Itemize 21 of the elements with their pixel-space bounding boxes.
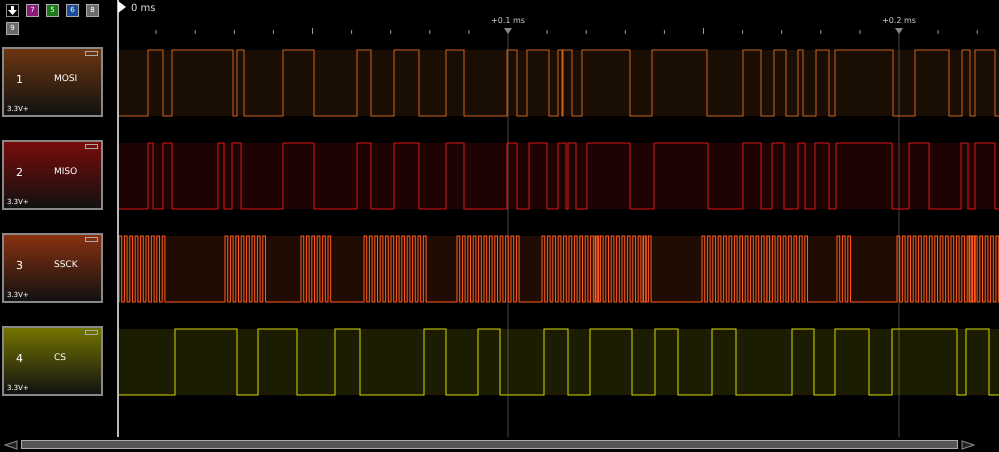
channel-number: 4 — [16, 353, 23, 364]
scrollbar-thumb[interactable] — [21, 440, 958, 449]
bar-icon[interactable] — [85, 51, 98, 56]
channel-number: 1 — [16, 74, 23, 85]
marker-icon[interactable] — [895, 28, 903, 34]
channel-name: MOSI — [54, 75, 78, 84]
scroll-right-icon[interactable] — [961, 440, 975, 450]
channel-name: CS — [54, 354, 66, 363]
time-label: +0.1 ms — [491, 16, 525, 25]
channel-name: SSCK — [54, 261, 78, 270]
channel-number: 3 — [16, 260, 23, 271]
time-label: +0.2 ms — [882, 16, 916, 25]
marker-icon[interactable] — [504, 28, 512, 34]
channel-name: MISO — [54, 168, 78, 177]
download-arrow-button[interactable] — [6, 4, 19, 17]
cursor-flag-icon[interactable] — [118, 1, 126, 13]
channel-number: 2 — [16, 167, 23, 178]
bar-icon[interactable] — [85, 237, 98, 242]
scroll-left-icon[interactable] — [4, 440, 18, 450]
bar-icon[interactable] — [85, 144, 98, 149]
time-label: 0 ms — [131, 3, 156, 14]
